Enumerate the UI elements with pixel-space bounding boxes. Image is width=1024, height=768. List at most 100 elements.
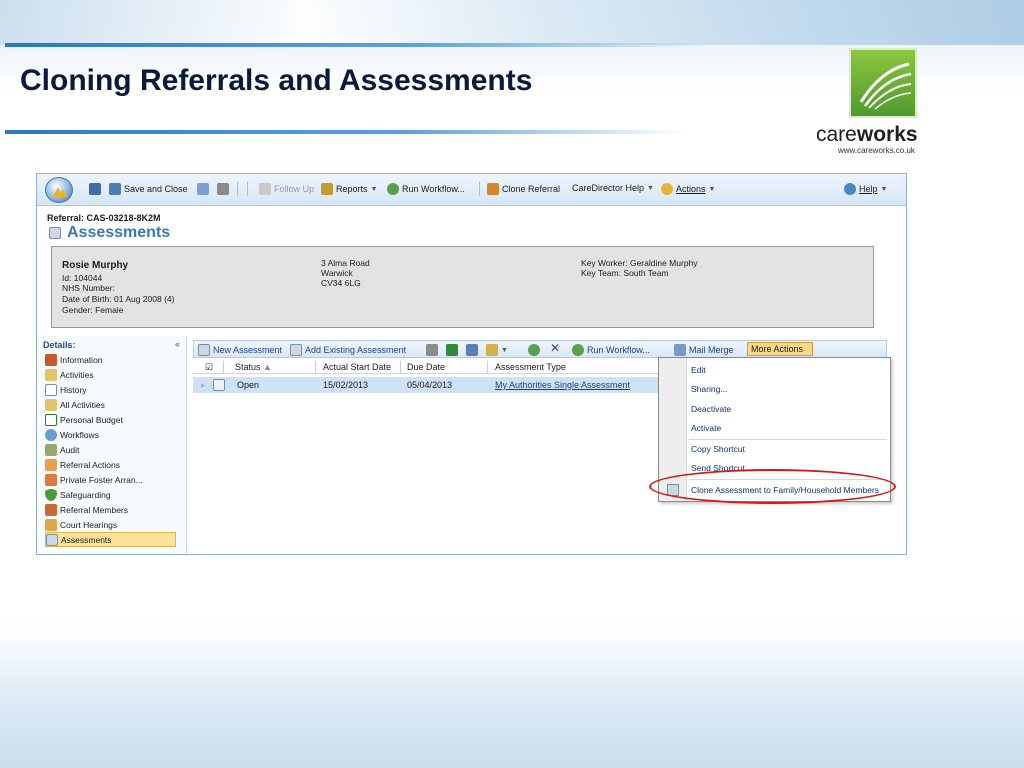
row-start-date: 15/02/2013	[323, 380, 369, 390]
assessment-icon	[46, 533, 58, 546]
menu-separator	[689, 439, 887, 440]
referral-actions-icon	[45, 458, 57, 471]
grid-run-workflow-button[interactable]: Run Workflow...	[572, 344, 650, 356]
ribbon-toolbar: Save and Close Follow Up Reports ▼ Run W…	[37, 174, 906, 206]
export-icon[interactable]	[466, 344, 478, 356]
add-existing-icon	[290, 344, 302, 356]
workflow-icon	[572, 344, 584, 356]
sidebar-item-audit[interactable]: Audit	[45, 442, 176, 457]
column-start-date[interactable]: Actual Start Date	[323, 362, 391, 372]
careworks-logo-icon	[849, 48, 917, 118]
highlight-callout	[649, 469, 896, 504]
chevron-down-icon: ▼	[370, 185, 378, 193]
sidebar-item-information[interactable]: Information	[45, 352, 176, 367]
shield-icon	[45, 488, 57, 501]
sidebar-item-court-hearings[interactable]: Court Hearings	[45, 517, 176, 532]
client-name: Rosie Murphy	[62, 260, 129, 271]
sidebar-item-private-foster[interactable]: Private Foster Arran...	[45, 472, 176, 487]
sidebar-item-activities[interactable]: Activities	[45, 367, 176, 382]
menu-item-copy-shortcut[interactable]: Copy Shortcut	[689, 441, 887, 457]
clone-icon	[487, 183, 499, 195]
activities-icon	[45, 368, 57, 381]
mail-merge-icon	[674, 344, 686, 356]
grid-header: ☑ Status ▲ Actual Start Date Due Date As…	[193, 360, 659, 374]
sidebar-item-referral-members[interactable]: Referral Members	[45, 502, 176, 517]
new-icon	[198, 344, 210, 356]
column-due-date[interactable]: Due Date	[407, 362, 445, 372]
mail-merge-button[interactable]: Mail Merge	[674, 344, 734, 356]
sidebar-item-personal-budget[interactable]: Personal Budget	[45, 412, 176, 427]
key-worker: Key Worker: Geraldine Murphy	[581, 258, 698, 268]
ribbon-separator	[247, 182, 248, 196]
history-icon	[45, 383, 57, 396]
chevron-down-icon: ▼	[647, 184, 654, 192]
clone-referral-button[interactable]: Clone Referral	[487, 183, 560, 195]
actions-button[interactable]: Actions ▼	[661, 183, 715, 195]
column-assessment-type[interactable]: Assessment Type	[495, 362, 566, 372]
row-due-date: 05/04/2013	[407, 380, 453, 390]
print-icon[interactable]	[426, 344, 438, 356]
record-summary: Rosie Murphy Id: 104044 NHS Number: Date…	[51, 246, 874, 328]
new-assessment-button[interactable]: New Assessment	[198, 344, 282, 356]
menu-item-activate[interactable]: Activate	[689, 420, 887, 436]
budget-icon	[45, 413, 57, 426]
address-line-2: Warwick	[321, 268, 353, 278]
collapse-icon[interactable]: «	[175, 339, 180, 349]
reports-button[interactable]: Reports ▼	[321, 183, 377, 195]
column-separator	[400, 361, 401, 373]
sidebar-item-referral-actions[interactable]: Referral Actions	[45, 457, 176, 472]
assessment-icon	[213, 379, 225, 393]
caredirector-help-button[interactable]: CareDirector Help ▼	[572, 183, 654, 193]
assign-icon[interactable]	[528, 344, 540, 356]
delete-icon[interactable]: ✕	[550, 341, 560, 355]
sidebar-item-history[interactable]: History	[45, 382, 176, 397]
row-status: Open	[237, 380, 260, 390]
print-icon[interactable]	[217, 183, 229, 195]
menu-item-sharing[interactable]: Sharing...	[689, 381, 887, 397]
excel-icon[interactable]	[446, 344, 458, 356]
refresh-icon[interactable]	[197, 183, 209, 195]
app-orb-icon[interactable]	[45, 177, 73, 203]
column-status[interactable]: Status ▲	[235, 362, 272, 372]
column-separator	[223, 361, 224, 373]
assessment-icon	[49, 227, 61, 239]
add-existing-button[interactable]: Add Existing Assessment	[290, 344, 406, 356]
ribbon-separator	[479, 182, 480, 196]
save-icon[interactable]	[89, 183, 101, 195]
background-sky-top	[0, 0, 1024, 45]
details-panel: Details: « Information Activities Histor…	[41, 336, 187, 554]
menu-item-edit[interactable]: Edit	[689, 362, 887, 378]
sidebar-item-assessments[interactable]: Assessments	[45, 532, 176, 547]
grid-toolbar: New Assessment Add Existing Assessment ▼…	[193, 340, 887, 364]
row-expand-icon[interactable]: ▸	[201, 380, 206, 391]
slide-title: Cloning Referrals and Assessments	[20, 64, 533, 97]
help-icon	[844, 183, 856, 195]
title-rule-top	[5, 43, 705, 47]
sidebar-item-workflows[interactable]: Workflows	[45, 427, 176, 442]
sidebar-item-all-activities[interactable]: All Activities	[45, 397, 176, 412]
home-icon	[45, 473, 57, 486]
follow-up-button[interactable]: Follow Up	[259, 183, 314, 195]
follow-up-icon	[259, 183, 271, 195]
reports-icon	[321, 183, 333, 195]
table-row[interactable]: ▸ Open 15/02/2013 05/04/2013 My Authorit…	[193, 377, 659, 393]
row-assessment-type-link[interactable]: My Authorities Single Assessment	[495, 380, 630, 390]
logo-url: www.careworks.co.uk	[838, 146, 915, 155]
crm-screenshot: Save and Close Follow Up Reports ▼ Run W…	[36, 173, 907, 555]
breadcrumb: Referral: CAS-03218-8K2M	[47, 213, 161, 223]
select-all-checkbox[interactable]: ☑	[205, 362, 213, 373]
sidebar-item-safeguarding[interactable]: Safeguarding	[45, 487, 176, 502]
chevron-down-icon: ▼	[880, 185, 888, 193]
members-icon	[45, 503, 57, 516]
more-actions-button[interactable]: More Actions ▼	[747, 342, 813, 364]
all-activities-icon	[45, 398, 57, 411]
client-id: Id: 104044	[62, 273, 103, 283]
run-workflow-button[interactable]: Run Workflow...	[387, 183, 465, 195]
help-button[interactable]: Help ▼	[844, 183, 887, 195]
address-line-3: CV34 6LG	[321, 278, 361, 288]
title-rule-bottom	[5, 130, 685, 134]
menu-item-deactivate[interactable]: Deactivate	[689, 401, 887, 417]
save-and-close-button[interactable]: Save and Close	[109, 183, 188, 195]
edit-icon[interactable]: ▼	[486, 344, 508, 356]
information-icon	[45, 353, 57, 366]
